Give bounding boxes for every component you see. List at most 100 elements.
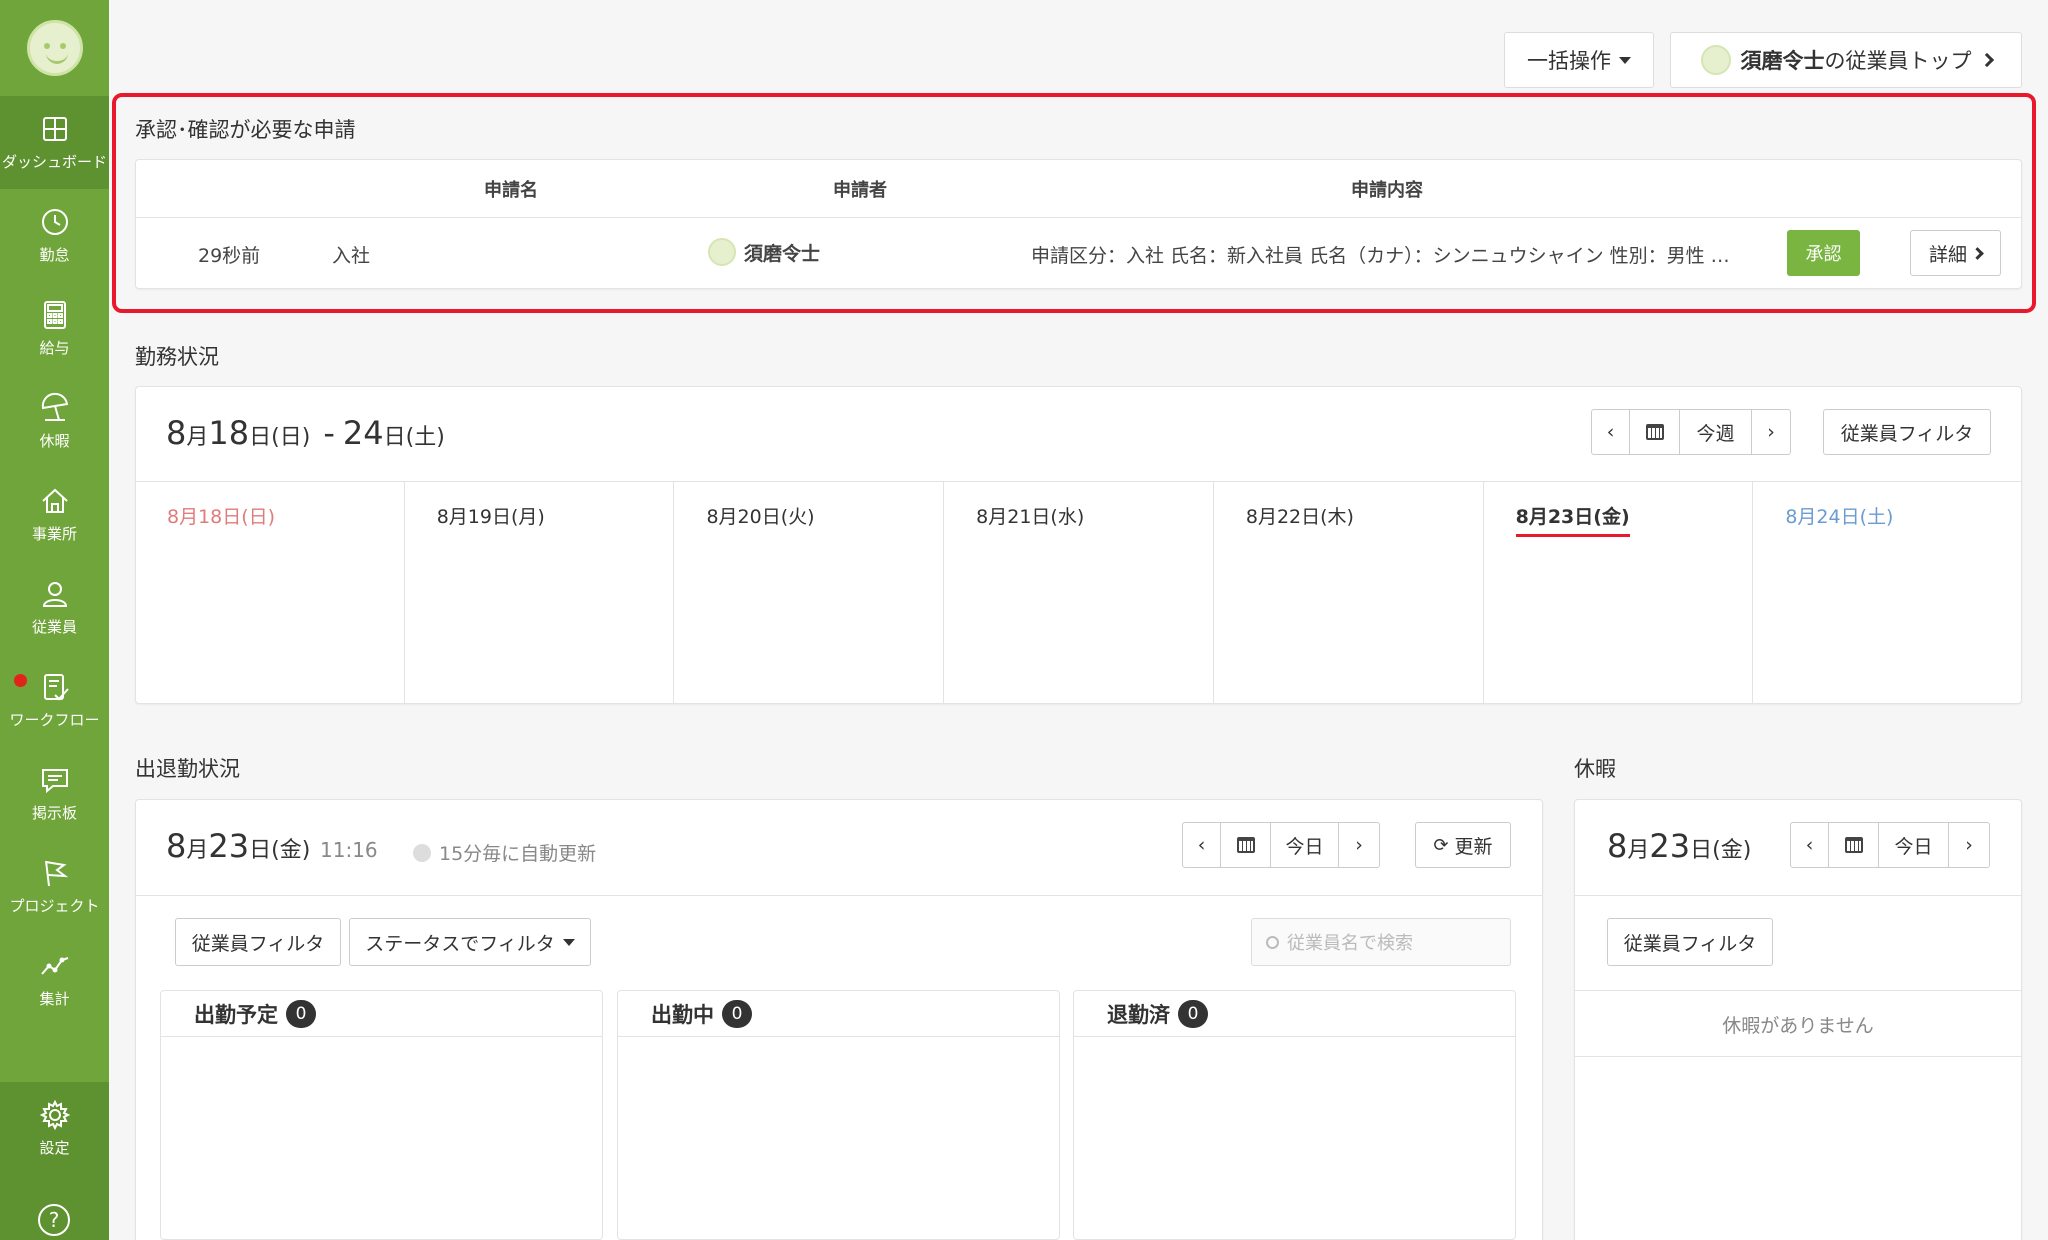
attendance-title: 出退勤状況 — [135, 757, 240, 781]
status-filter-button[interactable]: ステータスでフィルタ — [349, 918, 591, 966]
date-day: 23 — [1649, 827, 1691, 865]
chevron-right-icon — [1979, 52, 1994, 68]
next-week-button[interactable]: › — [1752, 410, 1790, 454]
sidebar-item-bulletin[interactable]: 掲示板 — [0, 747, 109, 840]
sidebar-item-label: プロジェクト — [9, 897, 100, 915]
range-end-weekday: (土) — [405, 425, 445, 450]
status-column-scheduled: 出勤予定 0 — [160, 990, 603, 1240]
sidebar-item-office[interactable]: 事業所 — [0, 468, 109, 561]
day-column[interactable]: 8月22日(木) — [1214, 482, 1484, 703]
day-column[interactable]: 8月20日(火) — [674, 482, 945, 703]
status-label: 出勤予定 — [194, 1002, 278, 1027]
day-label: 8月20日(火) — [706, 506, 815, 528]
status-label: 退勤済 — [1107, 1002, 1170, 1027]
refresh-button[interactable]: ⟳ 更新 — [1415, 822, 1511, 868]
flag-icon — [44, 860, 68, 887]
caret-down-icon — [1619, 56, 1631, 64]
day-label: 8月23日(金) — [1515, 506, 1630, 537]
status-column-header: 退勤済 0 — [1074, 991, 1515, 1037]
sidebar-item-reports[interactable]: 集計 — [0, 933, 109, 1026]
smiley-logo-icon — [26, 20, 83, 76]
search-placeholder: 従業員名で検索 — [1287, 933, 1413, 954]
status-filter-label: ステータスでフィルタ — [365, 932, 555, 955]
sidebar-item-settings[interactable]: 設定 — [0, 1082, 109, 1175]
calendar-button[interactable] — [1829, 823, 1879, 867]
day-char: 日 — [249, 425, 272, 450]
next-day-button[interactable]: › — [1339, 823, 1379, 867]
week-nav: ‹ 今週 › — [1591, 409, 1791, 455]
today-button[interactable]: 今日 — [1879, 823, 1949, 867]
sidebar-item-dashboard[interactable]: ダッシュボード — [0, 96, 109, 189]
search-input[interactable]: 従業員名で検索 — [1251, 918, 1511, 966]
day-column-today[interactable]: 8月23日(金) — [1484, 482, 1754, 703]
sidebar-item-label: 集計 — [39, 990, 70, 1008]
leave-date: 8月23日(金) — [1607, 827, 1751, 865]
day-column[interactable]: 8月18日(日) — [135, 482, 405, 703]
count-badge: 0 — [286, 999, 316, 1028]
prev-day-button[interactable]: ‹ — [1791, 823, 1829, 867]
employee-top-button[interactable]: 須磨令士 の従業員トップ — [1670, 32, 2022, 88]
calendar-button[interactable] — [1221, 823, 1271, 867]
prev-day-button[interactable]: ‹ — [1183, 823, 1221, 867]
sidebar-item-label: 事業所 — [31, 525, 77, 543]
day-column[interactable]: 8月24日(土) — [1753, 482, 2022, 703]
clock-icon — [413, 843, 431, 862]
highlight-box — [112, 93, 2036, 313]
day-column[interactable]: 8月21日(水) — [944, 482, 1214, 703]
today-button[interactable]: 今日 — [1271, 823, 1339, 867]
sidebar-item-attendance[interactable]: 勤怠 — [0, 189, 109, 282]
month-char: 月 — [186, 838, 209, 863]
leave-day-nav: ‹ 今日 › — [1790, 822, 1990, 868]
date-day: 23 — [208, 827, 250, 865]
sidebar-item-label: 給与 — [39, 339, 70, 357]
day-label: 8月24日(土) — [1785, 506, 1894, 528]
attendance-date: 8月23日(金) — [166, 827, 310, 865]
next-day-button[interactable]: › — [1949, 823, 1989, 867]
leave-empty-message: 休暇がありません — [1722, 1015, 1874, 1037]
day-char: 日 — [383, 425, 406, 450]
sidebar-item-employees[interactable]: 従業員 — [0, 561, 109, 654]
leave-list-divider — [1574, 990, 2022, 991]
sidebar-item-label: 勤怠 — [39, 246, 70, 264]
this-week-button[interactable]: 今週 — [1680, 410, 1752, 454]
range-start-day: 18 — [208, 414, 250, 452]
line-chart-icon — [40, 957, 68, 975]
sidebar-item-leave[interactable]: 休暇 — [0, 375, 109, 468]
help-icon[interactable]: ? — [38, 1204, 70, 1236]
day-label: 8月21日(水) — [976, 506, 1085, 528]
range-end-day: 24 — [342, 414, 384, 452]
week-calendar: 8月18日(日) 8月19日(月) 8月20日(火) 8月21日(水) 8月22… — [135, 481, 2022, 703]
sidebar-bottom: 設定 ? — [0, 1082, 109, 1240]
calculator-icon — [43, 301, 66, 329]
sidebar-item-project[interactable]: プロジェクト — [0, 840, 109, 933]
status-column-left: 退勤済 0 — [1073, 990, 1516, 1240]
sidebar: ダッシュボード 勤怠 給与 休暇 事業所 従業員 ワークフロー 掲示板 プロジェ… — [0, 0, 109, 1240]
notification-dot — [14, 674, 27, 687]
attendance-time: 11:16 — [320, 838, 378, 862]
home-icon — [41, 488, 68, 513]
employee-filter-button[interactable]: 従業員フィルタ — [175, 918, 341, 966]
person-icon — [42, 582, 67, 607]
count-badge: 0 — [722, 999, 752, 1028]
employee-filter-button[interactable]: 従業員フィルタ — [1823, 409, 1991, 455]
status-column-working: 出勤中 0 — [617, 990, 1060, 1240]
status-column-header: 出勤予定 0 — [161, 991, 602, 1037]
sidebar-item-payroll[interactable]: 給与 — [0, 282, 109, 375]
prev-week-button[interactable]: ‹ — [1592, 410, 1630, 454]
calendar-button[interactable] — [1630, 410, 1680, 454]
auto-refresh-note: 15分毎に自動更新 — [413, 839, 596, 866]
bulk-operation-button[interactable]: 一括操作 — [1504, 32, 1654, 88]
count-badge: 0 — [1178, 999, 1208, 1028]
sidebar-item-label: ダッシュボード — [1, 153, 107, 171]
day-label: 8月19日(月) — [436, 506, 545, 528]
status-column-header: 出勤中 0 — [618, 991, 1059, 1037]
beach-umbrella-icon — [41, 392, 68, 421]
work-status-title: 勤務状況 — [135, 345, 219, 369]
day-column[interactable]: 8月19日(月) — [405, 482, 675, 703]
month-char: 月 — [1627, 838, 1650, 863]
gear-icon — [39, 1099, 70, 1131]
employee-filter-button[interactable]: 従業員フィルタ — [1607, 918, 1773, 966]
sidebar-item-workflow[interactable]: ワークフロー — [0, 654, 109, 747]
refresh-label: 更新 — [1454, 835, 1493, 858]
app-logo[interactable] — [0, 0, 109, 96]
